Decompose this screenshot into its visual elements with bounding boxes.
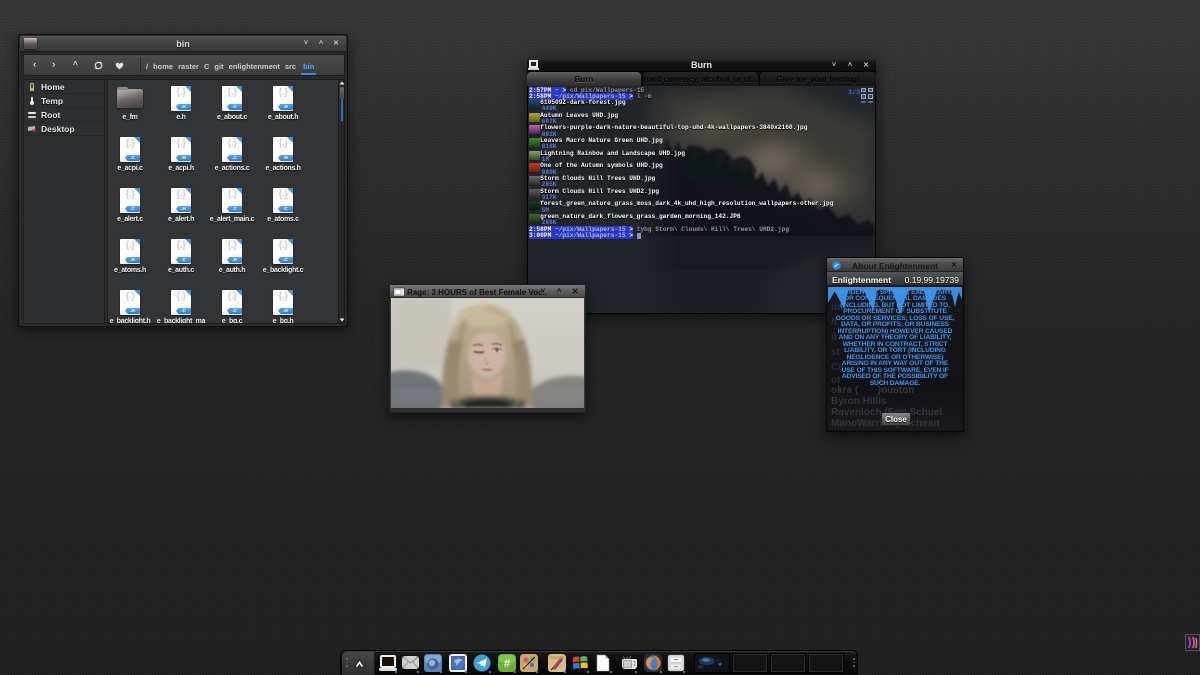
svg-text:#: # xyxy=(504,658,510,670)
